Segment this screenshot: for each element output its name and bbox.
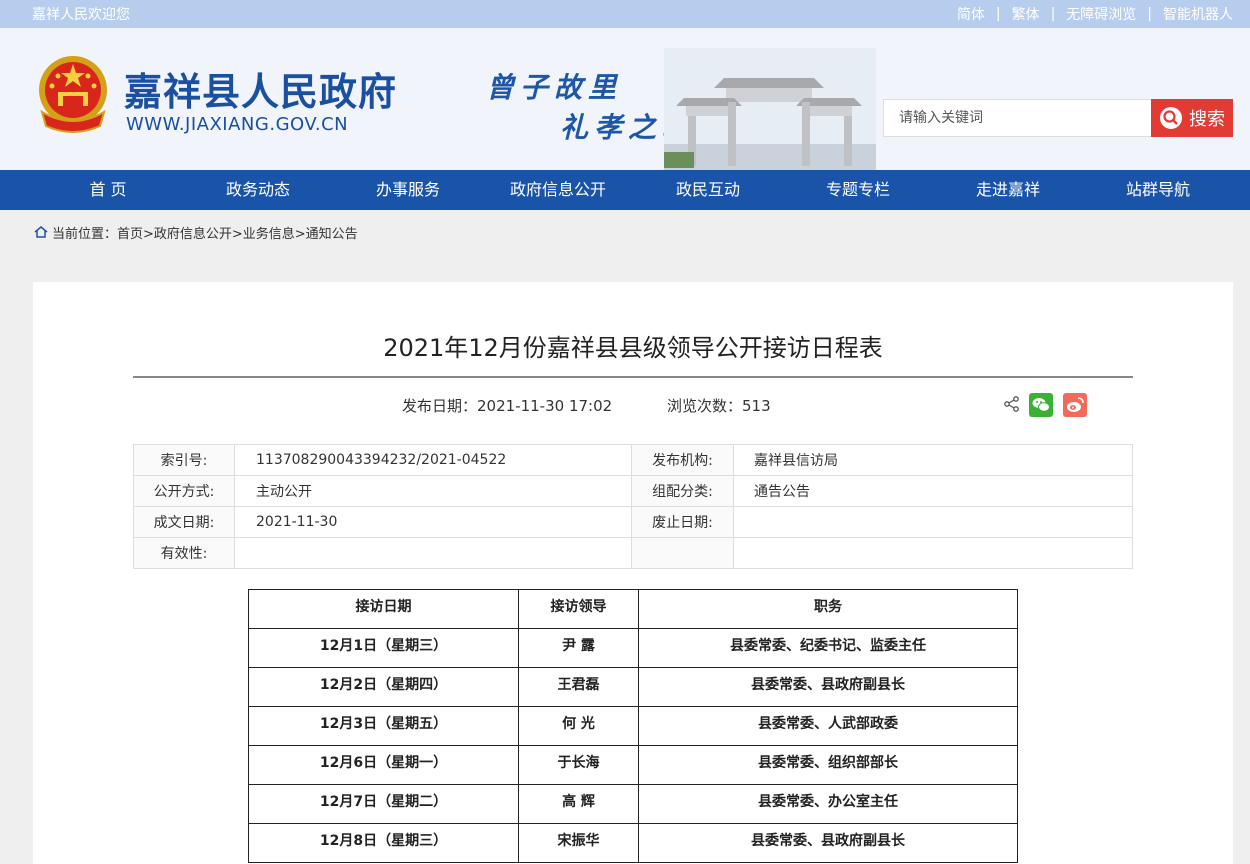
- weibo-icon[interactable]: [1063, 393, 1087, 417]
- breadcrumb-text[interactable]: 当前位置：首页>政府信息公开>业务信息>通知公告: [52, 223, 358, 242]
- site-url: WWW.JIAXIANG.GOV.CN: [126, 114, 349, 135]
- schedule-date: 12月2日（星期四）: [248, 667, 519, 707]
- site-header: 嘉祥县人民政府 WWW.JIAXIANG.GOV.CN 曾子故里 礼孝之城 请输…: [0, 28, 1250, 170]
- header-position: 职务: [638, 589, 1018, 629]
- schedule-header-row: 接访日期 接访领导 职务: [248, 589, 1018, 629]
- table-row: 12月2日（星期四） 王君磊 县委常委、县政府副县长: [248, 667, 1018, 707]
- table-row: 公开方式: 主动公开 组配分类: 通告公告: [133, 475, 1133, 507]
- schedule-position: 县委常委、办公室主任: [638, 784, 1018, 824]
- schedule-table: 接访日期 接访领导 职务 12月1日（星期三） 尹 露 县委常委、纪委书记、监委…: [248, 589, 1018, 863]
- main-nav: 首 页 政务动态 办事服务 政府信息公开 政民互动 专题专栏 走进嘉祥 站群导航: [0, 170, 1250, 210]
- nav-info-disclosure[interactable]: 政府信息公开: [483, 170, 633, 210]
- category-label: 组配分类:: [631, 475, 734, 507]
- welcome-text: 嘉祥人民欢迎您: [32, 7, 130, 23]
- schedule-date: 12月7日（星期二）: [248, 784, 519, 824]
- table-row: 12月7日（星期二） 高 辉 县委常委、办公室主任: [248, 784, 1018, 824]
- written-date-label: 成文日期:: [133, 506, 235, 538]
- validity-value: [234, 537, 632, 569]
- view-count: 浏览次数：513: [667, 397, 771, 415]
- nav-services[interactable]: 办事服务: [333, 170, 483, 210]
- table-row: 成文日期: 2021-11-30 废止日期:: [133, 506, 1133, 538]
- publish-date: 发布日期：2021-11-30 17:02: [402, 397, 613, 415]
- nav-about-jiaxiang[interactable]: 走进嘉祥: [933, 170, 1083, 210]
- link-accessibility[interactable]: 无障碍浏览: [1066, 4, 1136, 24]
- memorial-archway-image: [664, 48, 876, 170]
- top-bar: 嘉祥人民欢迎您 简体 | 繁体 | 无障碍浏览 | 智能机器人: [0, 0, 1250, 28]
- schedule-leader: 尹 露: [518, 628, 639, 668]
- share-icon[interactable]: [1003, 395, 1021, 413]
- open-method-value: 主动公开: [234, 475, 632, 507]
- schedule-leader: 王君磊: [518, 667, 639, 707]
- search-button[interactable]: 搜索: [1151, 99, 1233, 137]
- nav-special-topics[interactable]: 专题专栏: [783, 170, 933, 210]
- wechat-icon[interactable]: [1029, 393, 1053, 417]
- search-button-label: 搜索: [1189, 109, 1225, 130]
- top-links: 简体 | 繁体 | 无障碍浏览 | 智能机器人: [957, 4, 1233, 24]
- separator: |: [995, 6, 1001, 22]
- schedule-date: 12月3日（星期五）: [248, 706, 519, 746]
- schedule-leader: 宋振华: [518, 823, 639, 863]
- site-title[interactable]: 嘉祥县人民政府: [124, 61, 397, 116]
- search-input[interactable]: 请输入关键词: [883, 99, 1151, 137]
- slogan-line-1: 曾子故里: [486, 71, 623, 104]
- search-icon: [1160, 107, 1182, 129]
- table-row: 有效性:: [133, 537, 1133, 569]
- nav-home[interactable]: 首 页: [33, 170, 183, 210]
- table-row: 索引号: 113708290043394232/2021-04522 发布机构:…: [133, 444, 1133, 476]
- category-value: 通告公告: [733, 475, 1133, 507]
- written-date-value: 2021-11-30: [234, 506, 632, 538]
- nav-interaction[interactable]: 政民互动: [633, 170, 783, 210]
- schedule-position: 县委常委、县政府副县长: [638, 823, 1018, 863]
- expire-date-value: [733, 506, 1133, 538]
- table-row: 12月6日（星期一） 于长海 县委常委、组织部部长: [248, 745, 1018, 785]
- schedule-date: 12月1日（星期三）: [248, 628, 519, 668]
- index-value: 113708290043394232/2021-04522: [234, 444, 632, 476]
- link-simplified[interactable]: 简体: [957, 4, 985, 24]
- separator: |: [1147, 6, 1152, 22]
- home-icon: [34, 226, 48, 238]
- schedule-position: 县委常委、县政府副县长: [638, 667, 1018, 707]
- index-label: 索引号:: [133, 444, 235, 476]
- national-emblem-icon[interactable]: [36, 54, 110, 134]
- table-row: 12月1日（星期三） 尹 露 县委常委、纪委书记、监委主任: [248, 628, 1018, 668]
- link-traditional[interactable]: 繁体: [1012, 4, 1040, 24]
- publisher-label: 发布机构:: [631, 444, 734, 476]
- breadcrumb: 当前位置：首页>政府信息公开>业务信息>通知公告: [0, 210, 1250, 254]
- expire-date-label: 废止日期:: [631, 506, 734, 538]
- schedule-position: 县委常委、人武部政委: [638, 706, 1018, 746]
- nav-site-group[interactable]: 站群导航: [1083, 170, 1233, 210]
- schedule-position: 县委常委、组织部部长: [638, 745, 1018, 785]
- schedule-leader: 何 光: [518, 706, 639, 746]
- table-row: 12月8日（星期三） 宋振华 县委常委、县政府副县长: [248, 823, 1018, 863]
- open-method-label: 公开方式:: [133, 475, 235, 507]
- link-robot[interactable]: 智能机器人: [1163, 4, 1233, 24]
- schedule-leader: 高 辉: [518, 784, 639, 824]
- schedule-date: 12月6日（星期一）: [248, 745, 519, 785]
- article-panel: 2021年12月份嘉祥县县级领导公开接访日程表 发布日期：2021-11-30 …: [33, 282, 1233, 864]
- schedule-leader: 于长海: [518, 745, 639, 785]
- empty-cell: [631, 537, 734, 569]
- schedule-date: 12月8日（星期三）: [248, 823, 519, 863]
- header-leader: 接访领导: [518, 589, 639, 629]
- header-date: 接访日期: [248, 589, 519, 629]
- nav-gov-news[interactable]: 政务动态: [183, 170, 333, 210]
- publisher-value: 嘉祥县信访局: [733, 444, 1133, 476]
- validity-label: 有效性:: [133, 537, 235, 569]
- empty-cell: [733, 537, 1133, 569]
- info-table: 索引号: 113708290043394232/2021-04522 发布机构:…: [133, 444, 1133, 569]
- table-row: 12月3日（星期五） 何 光 县委常委、人武部政委: [248, 706, 1018, 746]
- title-divider: [133, 376, 1133, 378]
- schedule-position: 县委常委、纪委书记、监委主任: [638, 628, 1018, 668]
- separator: |: [1050, 6, 1056, 22]
- article-title: 2021年12月份嘉祥县县级领导公开接访日程表: [383, 334, 883, 362]
